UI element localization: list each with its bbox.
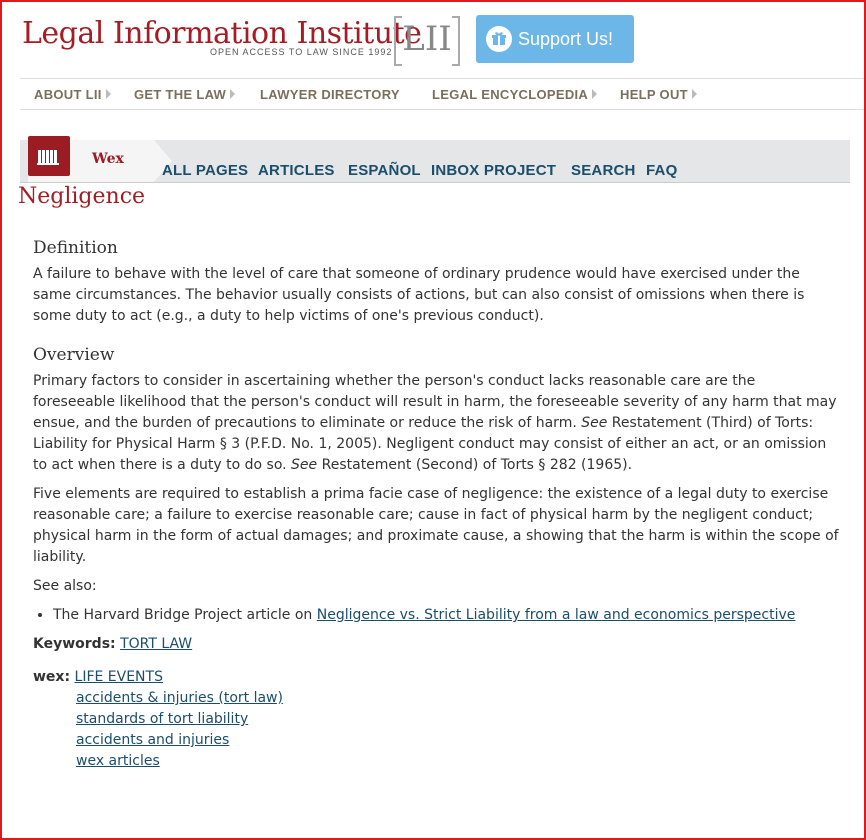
- wex-link-row: accidents & injuries (tort law): [33, 688, 839, 709]
- lii-logo[interactable]: LII: [394, 16, 460, 66]
- nav-about-lii[interactable]: ABOUT LII: [34, 87, 111, 102]
- definition-heading: Definition: [33, 238, 118, 258]
- wex-nav-bar: Wex ALL PAGES ARTICLES ESPAÑOL INBOX PRO…: [20, 136, 850, 183]
- site-logo-title[interactable]: Legal Information Institute: [22, 16, 422, 51]
- see-signal: See: [581, 415, 608, 431]
- lii-logo-text: LII: [402, 19, 452, 59]
- chevron-right-icon: [230, 89, 236, 99]
- nav-lawyer-directory-label: LAWYER DIRECTORY: [260, 87, 400, 102]
- books-icon: [28, 136, 70, 176]
- wex-link-accidents-and-injuries[interactable]: accidents and injuries: [76, 732, 229, 748]
- support-us-label: Support Us!: [518, 28, 614, 49]
- see-also-label: See also:: [33, 578, 97, 594]
- support-us-button[interactable]: Support Us!: [476, 15, 634, 63]
- wex-tab[interactable]: Wex: [28, 136, 172, 182]
- overview-paragraph-1: Primary factors to consider in ascertain…: [33, 371, 839, 476]
- wex-link-life-events[interactable]: LIFE EVENTS: [75, 669, 163, 685]
- overview-p1-part-c: Restatement (Second) of Torts § 282 (196…: [317, 457, 633, 473]
- nav-get-the-law[interactable]: GET THE LAW: [134, 87, 236, 102]
- see-also-list: The Harvard Bridge Project article on Ne…: [33, 605, 839, 626]
- nav-help-out[interactable]: HELP OUT: [620, 87, 697, 102]
- harvard-bridge-article-link[interactable]: Negligence vs. Strict Liability from a l…: [317, 607, 796, 623]
- overview-paragraph-2: Five elements are required to establish …: [33, 486, 839, 565]
- site-logo-tagline: OPEN ACCESS TO LAW SINCE 1992: [210, 47, 393, 57]
- nav-help-out-label: HELP OUT: [620, 87, 688, 102]
- lii-bracket-right: [452, 16, 460, 66]
- wex-nav-articles[interactable]: ARTICLES: [258, 162, 335, 179]
- nav-lawyer-directory[interactable]: LAWYER DIRECTORY: [260, 87, 400, 102]
- wex-links-first-row: wex: LIFE EVENTS: [33, 667, 839, 688]
- wex-tab-label: Wex: [92, 151, 124, 167]
- wex-links-label: wex:: [33, 669, 71, 685]
- overview-heading: Overview: [33, 345, 115, 365]
- chevron-right-icon: [691, 89, 697, 99]
- list-item: The Harvard Bridge Project article on Ne…: [53, 605, 839, 626]
- wex-link-row: wex articles: [33, 751, 839, 772]
- see-signal: See: [291, 457, 318, 473]
- wex-nav-search[interactable]: SEARCH: [571, 162, 636, 179]
- top-nav: ABOUT LII GET THE LAW LAWYER DIRECTORY L…: [20, 78, 864, 110]
- see-also-item-prefix: The Harvard Bridge Project article on: [53, 607, 317, 623]
- wex-link-wex-articles[interactable]: wex articles: [76, 753, 160, 769]
- wex-link-row: accidents and injuries: [33, 730, 839, 751]
- nav-get-the-law-label: GET THE LAW: [134, 87, 227, 102]
- definition-text: A failure to behave with the level of ca…: [33, 266, 805, 324]
- wex-nav-espanol[interactable]: ESPAÑOL: [348, 162, 421, 179]
- chevron-right-icon: [105, 89, 111, 99]
- nav-legal-encyclopedia-label: LEGAL ENCYCLOPEDIA: [432, 87, 589, 102]
- wex-nav-inbox-project[interactable]: INBOX PROJECT: [431, 162, 556, 179]
- chevron-right-icon: [592, 89, 598, 99]
- gift-icon: [486, 26, 512, 52]
- wex-link-row: standards of tort liability: [33, 709, 839, 730]
- keywords-label: Keywords:: [33, 636, 116, 652]
- wex-link-accidents-injuries-tort-law[interactable]: accidents & injuries (tort law): [76, 690, 283, 706]
- wex-nav-all-pages[interactable]: ALL PAGES: [162, 162, 248, 179]
- browser-frame: Legal Information Institute OPEN ACCESS …: [0, 0, 866, 840]
- wex-links: wex: LIFE EVENTS accidents & injuries (t…: [33, 667, 839, 772]
- nav-about-lii-label: ABOUT LII: [34, 87, 102, 102]
- page-title: Negligence: [18, 184, 146, 209]
- article-body: Definition A failure to behave with the …: [33, 238, 839, 772]
- lii-bracket-left: [394, 16, 402, 66]
- keywords-row: Keywords: TORT LAW: [33, 634, 839, 655]
- keyword-tort-law-link[interactable]: TORT LAW: [120, 636, 192, 652]
- nav-legal-encyclopedia[interactable]: LEGAL ENCYCLOPEDIA: [432, 87, 598, 102]
- wex-nav-faq[interactable]: FAQ: [646, 162, 677, 179]
- wex-link-standards-of-tort-liability[interactable]: standards of tort liability: [76, 711, 248, 727]
